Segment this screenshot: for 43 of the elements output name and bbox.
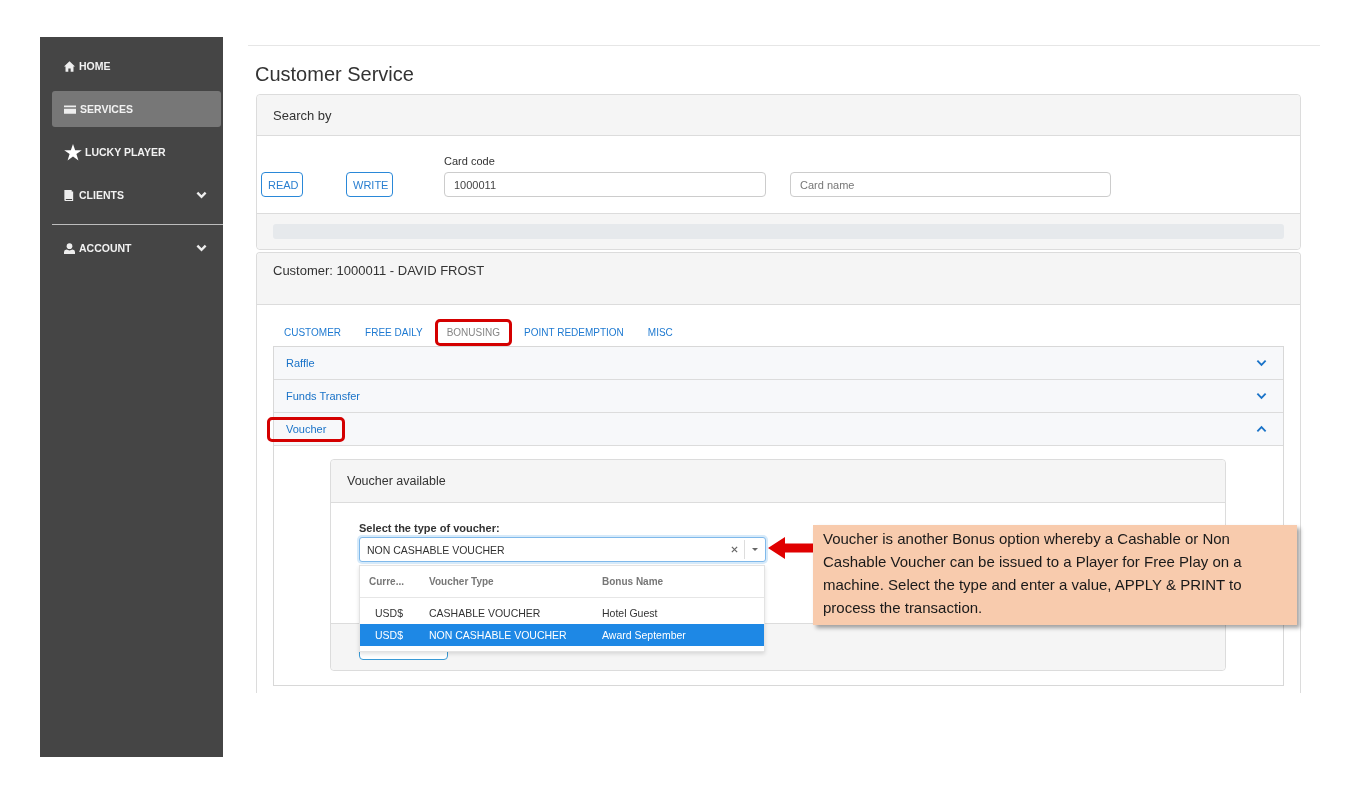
card-title: Voucher available	[347, 474, 446, 488]
field-label: Select the type of voucher:	[359, 521, 500, 535]
star-icon	[64, 143, 82, 161]
field-label: Card code	[444, 155, 496, 167]
book-icon	[64, 189, 75, 201]
sidebar-item[interactable]: HOME	[52, 48, 221, 84]
card-action-button[interactable]: WRITE	[346, 172, 393, 197]
column-header: Voucher Type	[429, 576, 495, 587]
home-icon	[64, 60, 75, 72]
dropdown-option[interactable]: USD$ CASHABLE VOUCHER Hotel Guest	[360, 602, 764, 624]
sidebar-item[interactable]: LUCKY PLAYER	[52, 134, 221, 170]
tab[interactable]: MISC	[635, 319, 685, 346]
option-cell-text: USD$	[374, 607, 404, 619]
option-cell-text: CASHABLE VOUCHER	[429, 607, 542, 619]
option-cell-text: USD$	[374, 629, 404, 641]
tab[interactable]: FREE DAILY	[353, 319, 435, 346]
user-icon	[64, 242, 75, 254]
column-header: Curre...	[369, 576, 405, 587]
dropdown-option[interactable]: USD$ NON CASHABLE VOUCHER Award September	[360, 624, 764, 646]
card-title: Search by	[273, 107, 332, 123]
sidebar-item[interactable]: CLIENTS	[52, 177, 221, 213]
clear-icon[interactable]	[731, 546, 738, 553]
card-code-field[interactable]: 1000011	[444, 172, 766, 197]
card-action-button[interactable]: READ	[261, 172, 303, 197]
sidebar-item[interactable]: ACCOUNT	[52, 230, 221, 266]
column-header: Bonus Name	[602, 576, 665, 587]
caret-icon[interactable]	[752, 548, 758, 551]
callout-note: Voucher is another Bonus option whereby a Cashable or Non Cashable Voucher can be issued to a Player for Free Play on a machine. Select the type and enter a value, APPLY & PRINT to process the transaction.	[813, 525, 1297, 625]
credit-card-icon	[64, 104, 76, 114]
card-name-field[interactable]: Card name	[790, 172, 1111, 197]
page-title: Customer Service	[255, 62, 415, 86]
tab[interactable]: POINT REDEMPTION	[512, 319, 636, 346]
accordion-header[interactable]: Raffle	[274, 347, 1283, 380]
voucher-select[interactable]: NON CASHABLE VOUCHER	[359, 537, 766, 562]
accordion-title[interactable]: Voucher	[267, 416, 346, 442]
option-cell-text: Hotel Guest	[602, 607, 659, 619]
left-arrow-icon	[768, 537, 813, 559]
customer-title: Customer: 1000011 - DAVID FROST	[273, 263, 485, 279]
sidebar-item[interactable]: SERVICES	[52, 91, 221, 127]
option-cell-text: Award September	[602, 629, 687, 641]
tab[interactable]: CUSTOMER	[272, 319, 354, 346]
accordion-header[interactable]: Funds Transfer	[274, 380, 1283, 413]
option-cell-text: NON CASHABLE VOUCHER	[429, 629, 568, 641]
